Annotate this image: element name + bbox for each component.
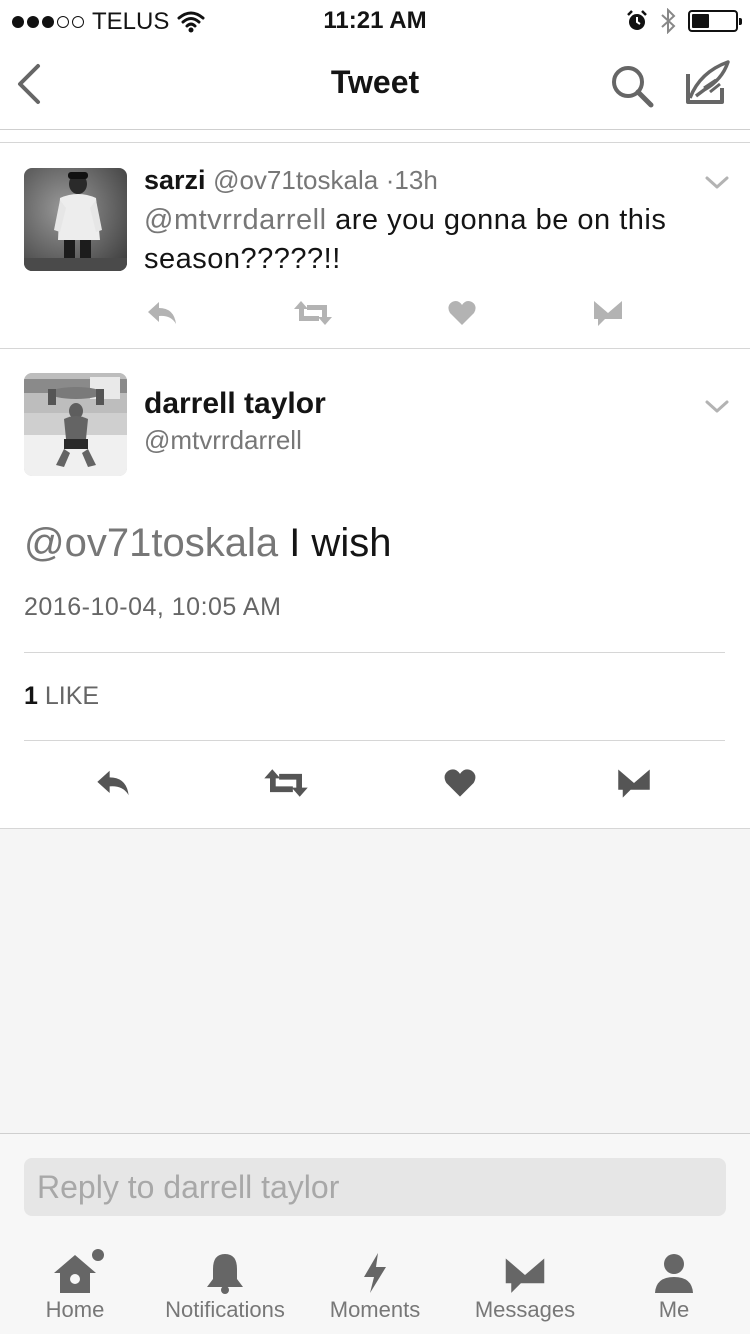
tweet-text: @ov71toskala I wish bbox=[24, 521, 391, 566]
handle[interactable]: @ov71toskala bbox=[213, 165, 378, 195]
envelope-icon bbox=[505, 1258, 545, 1293]
compose-tweet-icon[interactable] bbox=[682, 58, 732, 108]
tab-label: Notifications bbox=[165, 1297, 285, 1322]
status-bar: TELUS 11:21 AM bbox=[0, 0, 750, 40]
avatar-photo-darrell bbox=[24, 373, 127, 476]
tab-home[interactable]: Home bbox=[30, 1239, 120, 1334]
tab-label: Moments bbox=[329, 1297, 421, 1322]
display-name[interactable]: darrell taylor bbox=[144, 387, 326, 421]
alarm-icon bbox=[627, 10, 647, 30]
battery-icon bbox=[688, 10, 742, 32]
tweet-header: sarzi @ov71toskala ·13h bbox=[144, 165, 438, 196]
handle[interactable]: @mtvrrdarrell bbox=[144, 425, 302, 456]
tab-notifications[interactable]: Notifications bbox=[152, 1239, 298, 1334]
like-icon bbox=[444, 769, 476, 797]
divider bbox=[24, 740, 725, 741]
tab-label: Home bbox=[45, 1297, 105, 1322]
retweet-icon bbox=[264, 769, 308, 797]
bell-icon bbox=[207, 1254, 243, 1294]
empty-area bbox=[0, 829, 750, 1134]
status-right bbox=[626, 8, 742, 34]
tab-label: Messages bbox=[474, 1297, 576, 1322]
tab-bar: Home Notifications Moments Messages Me bbox=[0, 1239, 750, 1334]
direct-message-icon bbox=[594, 301, 622, 326]
navigation-bar: Tweet bbox=[0, 40, 750, 130]
reply-icon bbox=[148, 302, 176, 324]
likes-summary[interactable]: 1 LIKE bbox=[24, 682, 99, 711]
avatar[interactable] bbox=[24, 373, 127, 476]
tab-me[interactable]: Me bbox=[634, 1239, 714, 1334]
like-icon bbox=[448, 301, 476, 325]
lightning-icon bbox=[364, 1253, 386, 1293]
display-name[interactable]: sarzi bbox=[144, 165, 206, 195]
retweet-button[interactable] bbox=[262, 763, 310, 803]
retweet-icon bbox=[294, 301, 332, 325]
notification-dot bbox=[92, 1249, 104, 1261]
tweet-text: @mtvrrdarrell are you gonna be on this s… bbox=[144, 201, 714, 279]
like-count: 1 bbox=[24, 682, 38, 710]
divider bbox=[24, 652, 725, 653]
like-button[interactable] bbox=[442, 763, 478, 803]
mention-link[interactable]: @mtvrrdarrell bbox=[144, 204, 327, 236]
chevron-down-icon[interactable] bbox=[704, 175, 730, 191]
reply-icon bbox=[97, 770, 129, 796]
chevron-down-icon[interactable] bbox=[704, 399, 730, 415]
tweet-body: I wish bbox=[278, 521, 392, 565]
reply-button[interactable] bbox=[142, 295, 182, 331]
direct-message-icon bbox=[618, 769, 650, 798]
tweet-timestamp: 2016-10-04, 10:05 AM bbox=[24, 593, 282, 621]
reply-input[interactable] bbox=[24, 1158, 726, 1216]
direct-message-button[interactable] bbox=[590, 295, 626, 331]
reply-bar bbox=[0, 1134, 750, 1239]
person-icon bbox=[655, 1254, 693, 1293]
focused-tweet: darrell taylor @mtvrrdarrell @ov71toskal… bbox=[0, 349, 750, 829]
direct-message-button[interactable] bbox=[614, 763, 654, 803]
parent-tweet[interactable]: sarzi @ov71toskala ·13h @mtvrrdarrell ar… bbox=[0, 143, 750, 349]
tab-messages[interactable]: Messages bbox=[466, 1239, 584, 1334]
tweet-age: 13h bbox=[394, 165, 438, 195]
reply-button[interactable] bbox=[92, 763, 134, 803]
avatar[interactable] bbox=[24, 168, 127, 271]
mention-link[interactable]: @ov71toskala bbox=[24, 521, 278, 565]
like-label: LIKE bbox=[37, 682, 100, 710]
bluetooth-icon bbox=[661, 8, 676, 34]
tab-moments[interactable]: Moments bbox=[322, 1239, 428, 1334]
tab-label: Me bbox=[658, 1297, 690, 1322]
like-button[interactable] bbox=[444, 295, 480, 331]
search-icon[interactable] bbox=[608, 62, 656, 110]
avatar-photo-sarzi bbox=[24, 168, 127, 271]
retweet-button[interactable] bbox=[290, 295, 336, 331]
